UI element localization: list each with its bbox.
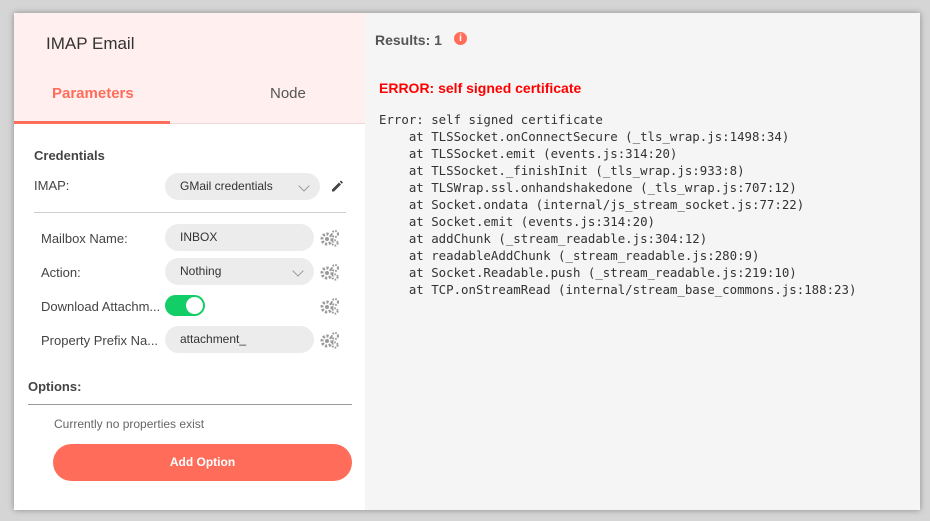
node-title: IMAP Email bbox=[46, 34, 135, 53]
property-prefix-input[interactable]: attachment_ bbox=[165, 326, 314, 353]
tab-node[interactable]: Node bbox=[270, 85, 306, 102]
no-properties-text: Currently no properties exist bbox=[54, 417, 205, 431]
stack-line: at addChunk (_stream_readable.js:304:12) bbox=[408, 231, 708, 246]
gears-icon[interactable] bbox=[320, 297, 340, 315]
chevron-down-icon bbox=[292, 265, 304, 277]
stack-line: at TLSSocket._finishInit (_tls_wrap.js:9… bbox=[408, 163, 745, 178]
results-count: Results: 1 bbox=[375, 32, 442, 48]
node-settings-window: IMAP Email Parameters Node Credentials I… bbox=[14, 13, 920, 510]
action-value: Nothing bbox=[180, 264, 222, 278]
add-option-button[interactable]: Add Option bbox=[53, 444, 352, 481]
credentials-section-title: Credentials bbox=[34, 148, 105, 163]
action-label: Action: bbox=[41, 265, 81, 280]
options-section-title: Options: bbox=[28, 379, 82, 394]
gears-icon[interactable] bbox=[320, 263, 340, 281]
chevron-down-icon bbox=[298, 180, 310, 192]
panel-header: IMAP Email Parameters Node bbox=[14, 13, 365, 124]
action-select[interactable]: Nothing bbox=[165, 258, 314, 285]
stack-line: at TCP.onStreamRead (internal/stream_bas… bbox=[379, 282, 857, 297]
stack-line: at TLSWrap.ssl.onhandshakedone (_tls_wra… bbox=[408, 180, 797, 195]
credentials-divider bbox=[34, 212, 346, 213]
toggle-knob bbox=[186, 297, 203, 314]
stack-line: at Socket.emit (events.js:314:20) bbox=[408, 214, 656, 229]
stack-line: Error: self signed certificate bbox=[379, 112, 603, 127]
stack-line: at Socket.Readable.push (_stream_readabl… bbox=[408, 265, 797, 280]
info-icon[interactable]: i bbox=[454, 32, 467, 45]
parameters-panel: IMAP Email Parameters Node Credentials I… bbox=[14, 13, 365, 510]
error-title: ERROR: self signed certificate bbox=[379, 80, 582, 96]
stack-line: at Socket.ondata (internal/js_stream_soc… bbox=[408, 197, 805, 212]
active-tab-indicator bbox=[14, 121, 170, 124]
property-prefix-label: Property Prefix Na... bbox=[41, 333, 159, 348]
download-attachments-toggle[interactable] bbox=[165, 295, 205, 316]
imap-credentials-select[interactable]: GMail credentials bbox=[165, 173, 320, 200]
download-attachments-label: Download Attachm... bbox=[41, 299, 161, 314]
mailbox-name-label: Mailbox Name: bbox=[41, 231, 128, 246]
imap-credentials-value: GMail credentials bbox=[180, 179, 273, 193]
mailbox-name-input[interactable]: INBOX bbox=[165, 224, 314, 251]
gears-icon[interactable] bbox=[320, 331, 340, 349]
error-stack-trace: Error: self signed certificate at TLSSoc… bbox=[379, 111, 856, 298]
options-divider bbox=[28, 404, 352, 405]
pencil-icon[interactable] bbox=[330, 179, 344, 193]
gears-icon[interactable] bbox=[320, 229, 340, 247]
stack-line: at readableAddChunk (_stream_readable.js… bbox=[408, 248, 760, 263]
stack-line: at TLSSocket.onConnectSecure (_tls_wrap.… bbox=[408, 129, 790, 144]
tab-parameters[interactable]: Parameters bbox=[52, 85, 134, 102]
imap-label: IMAP: bbox=[34, 178, 70, 193]
output-panel: Results: 1 i ERROR: self signed certific… bbox=[365, 13, 920, 510]
stack-line: at TLSSocket.emit (events.js:314:20) bbox=[408, 146, 678, 161]
